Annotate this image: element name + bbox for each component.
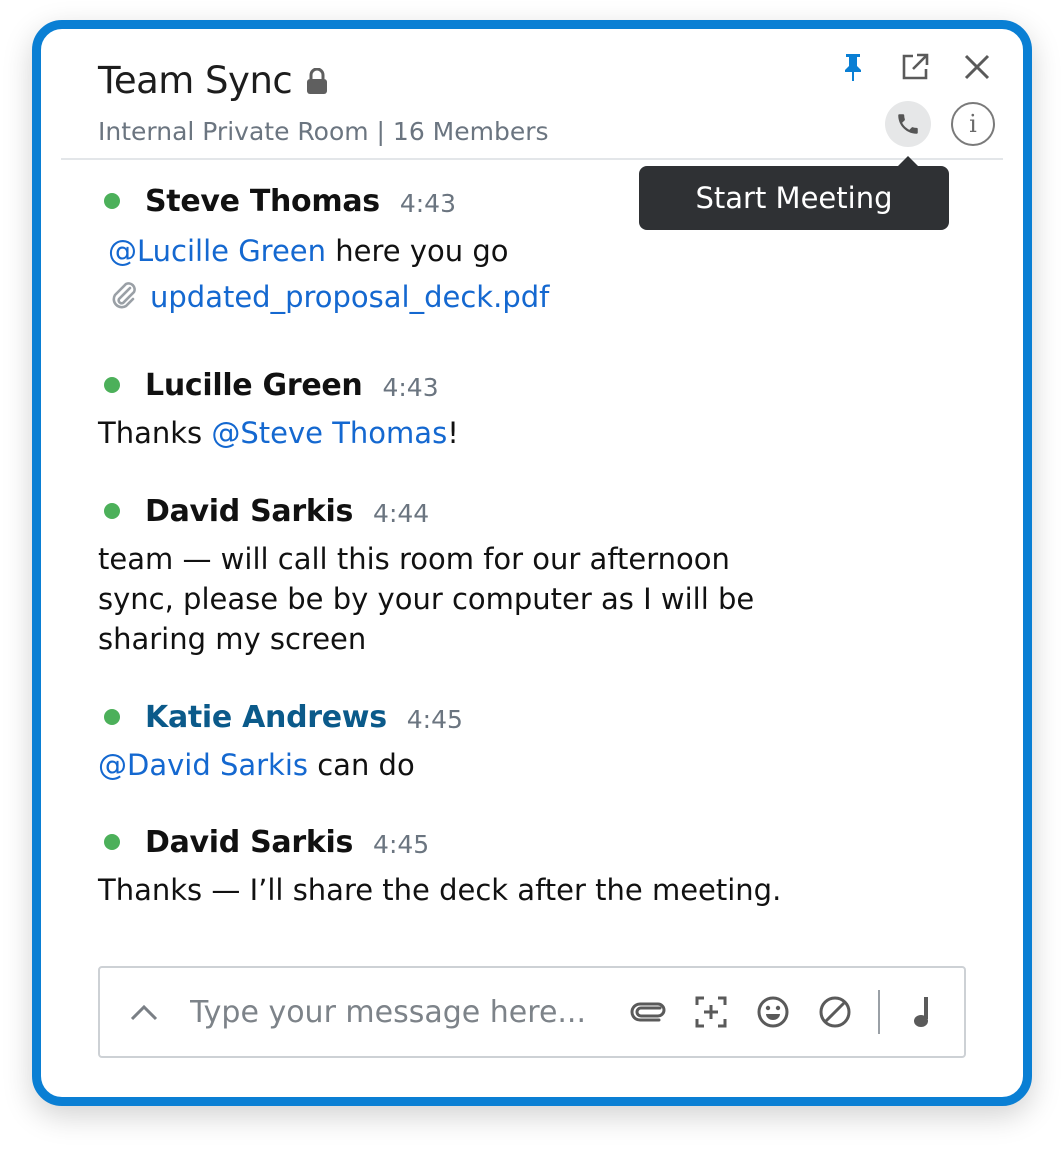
pin-icon[interactable] <box>835 49 871 85</box>
mention-link[interactable]: @Lucille Green <box>108 234 326 268</box>
message-item: David Sarkis 4:44 team — will call this … <box>98 491 754 659</box>
header-divider <box>61 158 1003 160</box>
message-item: Lucille Green 4:43 Thanks @Steve Thomas! <box>98 365 459 453</box>
message-time: 4:43 <box>382 372 439 402</box>
message-item: Steve Thomas 4:43 @Lucille Green here yo… <box>98 181 549 315</box>
window-actions <box>835 49 995 85</box>
screenshot-icon[interactable] <box>692 993 730 1031</box>
chevron-up-icon[interactable] <box>126 994 162 1030</box>
message-item: Katie Andrews 4:45 @David Sarkis can do <box>98 697 463 785</box>
music-note-icon[interactable] <box>904 993 942 1031</box>
message-header: Steve Thomas 4:43 <box>98 181 549 221</box>
mention-link[interactable]: @Steve Thomas <box>211 416 447 450</box>
message-author[interactable]: Katie Andrews <box>145 700 387 735</box>
message-line: team — will call this room for our after… <box>98 542 730 576</box>
message-item: David Sarkis 4:45 Thanks — I’ll share th… <box>98 822 781 910</box>
message-text: Thanks <box>98 416 212 450</box>
attachment-link[interactable]: updated_proposal_deck.pdf <box>150 280 549 314</box>
attach-icon[interactable] <box>630 993 668 1031</box>
message-text: ! <box>447 416 459 450</box>
chat-window: Team Sync Internal Private Room | 16 Mem… <box>32 20 1032 1106</box>
message-line: sharing my screen <box>98 622 367 656</box>
online-status-icon <box>104 834 120 850</box>
info-icon[interactable]: i <box>951 102 995 146</box>
block-icon[interactable] <box>816 993 854 1031</box>
attachment[interactable]: updated_proposal_deck.pdf <box>98 279 549 315</box>
room-actions: i <box>885 101 995 147</box>
message-time: 4:45 <box>373 829 430 859</box>
message-header: Katie Andrews 4:45 <box>98 697 463 737</box>
room-subtitle: Internal Private Room | 16 Members <box>98 117 549 146</box>
message-line: sync, please be by your computer as I wi… <box>98 582 755 616</box>
online-status-icon <box>104 709 120 725</box>
message-body: Thanks @Steve Thomas! <box>98 413 459 453</box>
online-status-icon <box>104 377 120 393</box>
message-time: 4:45 <box>406 704 463 734</box>
online-status-icon <box>104 193 120 209</box>
message-body: @David Sarkis can do <box>98 745 463 785</box>
message-time: 4:44 <box>373 498 430 528</box>
message-body: team — will call this room for our after… <box>98 539 754 659</box>
close-icon[interactable] <box>959 49 995 85</box>
toolbar-divider <box>878 990 880 1034</box>
popout-icon[interactable] <box>897 49 933 85</box>
lock-icon <box>306 67 328 94</box>
message-body: Thanks — I’ll share the deck after the m… <box>98 873 782 907</box>
message-header: David Sarkis 4:45 <box>98 822 781 862</box>
composer-tools <box>630 990 942 1034</box>
message-header: David Sarkis 4:44 <box>98 491 754 531</box>
phone-icon[interactable] <box>885 101 931 147</box>
room-title-row: Team Sync <box>98 59 328 102</box>
start-meeting-tooltip: Start Meeting <box>639 156 949 230</box>
room-title: Team Sync <box>98 59 293 102</box>
message-text: can do <box>308 748 415 782</box>
paperclip-icon <box>110 279 138 315</box>
message-composer <box>98 966 966 1058</box>
message-header: Lucille Green 4:43 <box>98 365 459 405</box>
message-author[interactable]: David Sarkis <box>145 825 353 860</box>
message-input[interactable] <box>188 993 612 1031</box>
online-status-icon <box>104 503 120 519</box>
message-author[interactable]: David Sarkis <box>145 494 353 529</box>
message-time: 4:43 <box>399 188 456 218</box>
message-author[interactable]: Lucille Green <box>145 368 363 403</box>
message-text: here you go <box>326 234 509 268</box>
mention-link[interactable]: @David Sarkis <box>98 748 308 782</box>
emoji-icon[interactable] <box>754 993 792 1031</box>
message-body: @Lucille Green here you go <box>98 231 549 271</box>
message-author[interactable]: Steve Thomas <box>145 184 380 219</box>
